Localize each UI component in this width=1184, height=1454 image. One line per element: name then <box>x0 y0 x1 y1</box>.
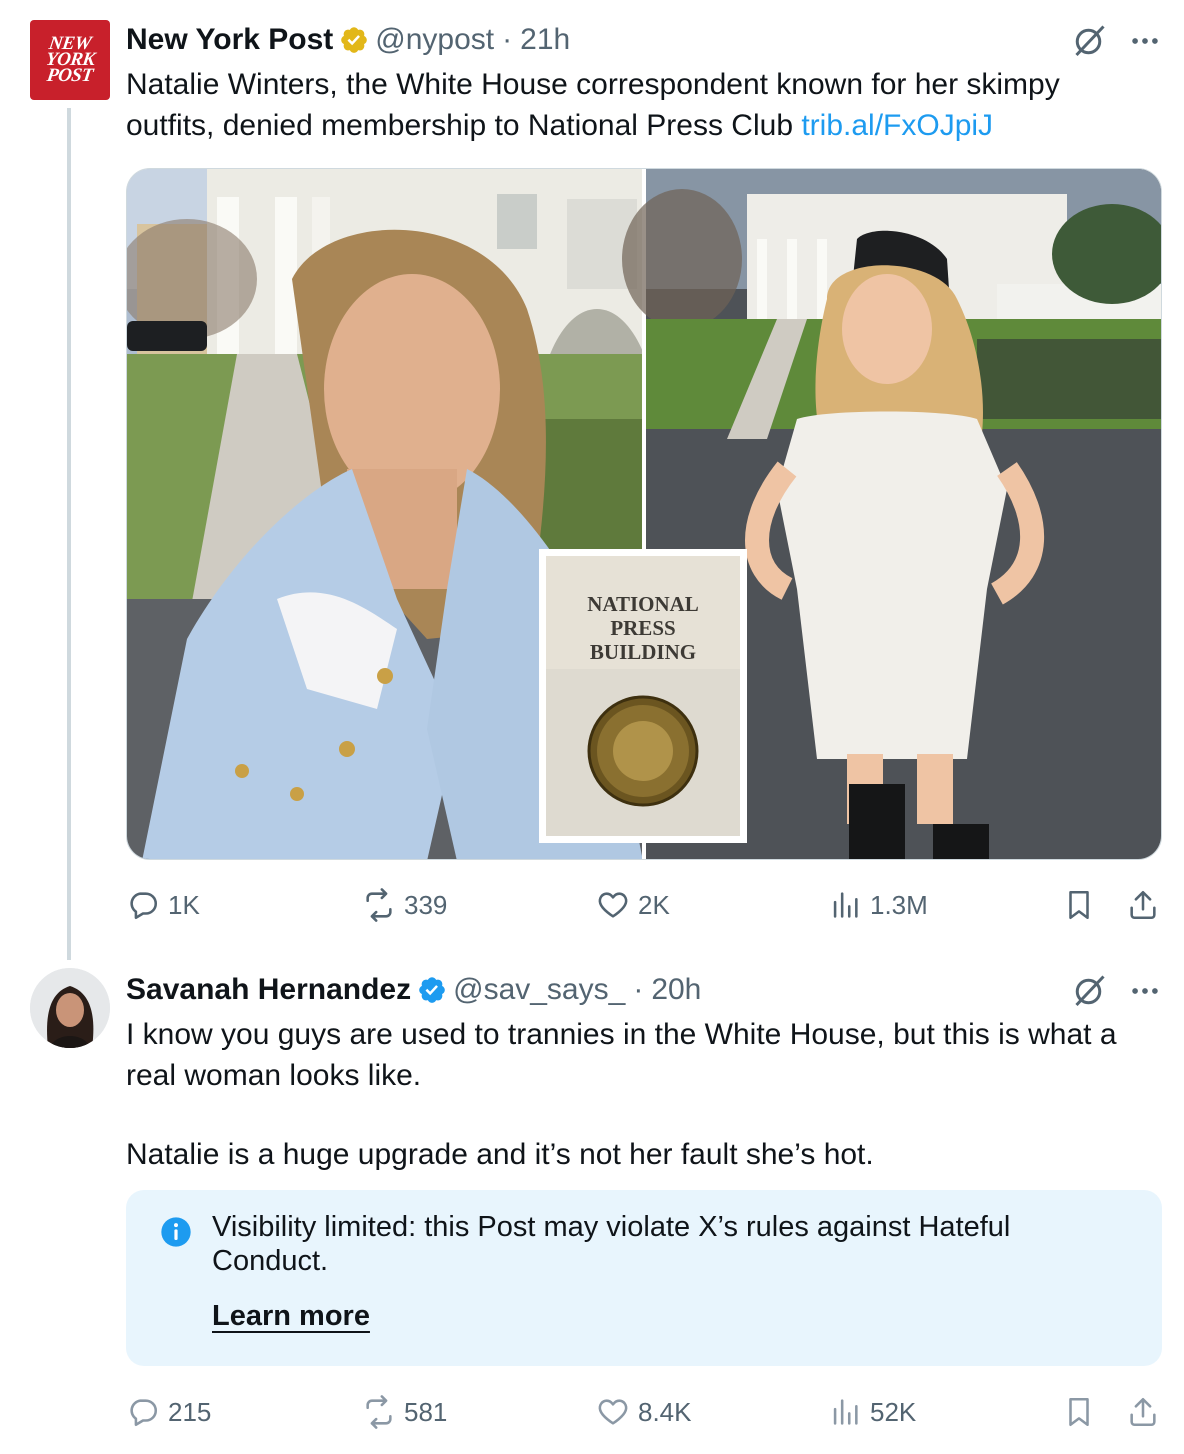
inset-sign-line: NATIONAL <box>587 592 699 616</box>
like-icon <box>598 1399 628 1425</box>
more-icon[interactable] <box>1128 974 1162 1008</box>
tweet-text: I know you guys are used to trannies in … <box>126 1018 1117 1092</box>
grok-icon[interactable] <box>1072 22 1108 58</box>
timestamp[interactable]: 20h <box>651 973 701 1007</box>
tweet-link[interactable]: trib.al/FxOJpiJ <box>801 109 993 142</box>
learn-more-link[interactable]: Learn more <box>212 1300 370 1333</box>
like-count: 8.4K <box>638 1396 692 1427</box>
bookmark-icon <box>1069 1397 1089 1427</box>
tweet-nypost[interactable]: NEW YORK POST New York Post @nypost · 21… <box>0 0 1184 960</box>
reply-count: 215 <box>168 1396 212 1427</box>
avatar-savanah-hernandez[interactable] <box>30 968 110 1048</box>
avatar-logo-text: POST <box>45 65 95 86</box>
bookmark-button[interactable] <box>1062 1390 1096 1434</box>
tweet-header: New York Post @nypost · 21h <box>126 18 570 62</box>
like-button[interactable]: 2K <box>596 883 670 927</box>
info-icon <box>161 1217 191 1247</box>
repost-icon <box>366 1395 392 1429</box>
reply-icon <box>130 1399 158 1427</box>
views-button[interactable]: 1.3M <box>828 883 928 927</box>
avatar-photo <box>30 968 110 1048</box>
like-button[interactable]: 8.4K <box>596 1390 692 1434</box>
tweet-media-image[interactable]: NATIONAL PRESS BUILDING <box>126 168 1162 860</box>
reply-icon <box>130 892 158 920</box>
author-name[interactable]: Savanah Hernandez <box>126 973 411 1007</box>
repost-button[interactable]: 339 <box>362 883 447 927</box>
reply-button[interactable]: 1K <box>126 883 200 927</box>
timestamp[interactable]: 21h <box>520 23 570 57</box>
separator-dot: · <box>502 23 513 56</box>
author-name[interactable]: New York Post <box>126 23 333 57</box>
share-icon <box>1130 890 1156 920</box>
verified-badge-icon <box>419 977 445 1003</box>
author-handle[interactable]: @nypost <box>375 23 494 57</box>
reply-count: 1K <box>168 889 200 920</box>
views-count: 1.3M <box>870 889 928 920</box>
repost-count: 339 <box>404 889 448 920</box>
views-icon <box>833 892 858 918</box>
tweet-header: Savanah Hernandez @sav_says_ · 20h <box>126 968 701 1012</box>
verified-badge-icon <box>341 27 368 53</box>
inset-sign-line: BUILDING <box>590 640 696 664</box>
author-handle[interactable]: @sav_says_ <box>453 973 625 1007</box>
bookmark-icon <box>1069 890 1089 920</box>
media-photo-collage: NATIONAL PRESS BUILDING <box>127 169 1161 859</box>
inset-sign-line: PRESS <box>610 616 675 640</box>
repost-count: 581 <box>404 1396 448 1427</box>
tweet-text: Natalie Winters, the White House corresp… <box>126 64 1156 146</box>
views-count: 52K <box>870 1396 917 1427</box>
repost-icon <box>366 888 392 922</box>
repost-button[interactable]: 581 <box>362 1390 447 1434</box>
visibility-limited-notice: Visibility limited: this Post may violat… <box>126 1190 1162 1366</box>
thread-connector-line <box>67 108 71 960</box>
notice-text: Visibility limited: this Post may violat… <box>212 1211 1011 1277</box>
avatar-nypost[interactable]: NEW YORK POST <box>30 20 110 100</box>
grok-icon[interactable] <box>1072 972 1108 1008</box>
tweet-text-paragraph-2: Natalie is a huge upgrade and it’s not h… <box>126 1138 874 1171</box>
share-button[interactable] <box>1126 883 1160 927</box>
views-icon <box>833 1399 858 1425</box>
reply-button[interactable]: 215 <box>126 1390 211 1434</box>
separator-dot: · <box>633 973 644 1006</box>
share-icon <box>1130 1397 1156 1427</box>
like-icon <box>598 892 628 918</box>
more-icon[interactable] <box>1128 24 1162 58</box>
share-button[interactable] <box>1126 1390 1160 1434</box>
tweet-action-bar: 1K 339 2K 1.3M <box>126 883 1166 927</box>
views-button[interactable]: 52K <box>828 1390 916 1434</box>
tweet-action-bar: 215 581 8.4K 52K <box>126 1390 1166 1434</box>
like-count: 2K <box>638 889 670 920</box>
bookmark-button[interactable] <box>1062 883 1096 927</box>
